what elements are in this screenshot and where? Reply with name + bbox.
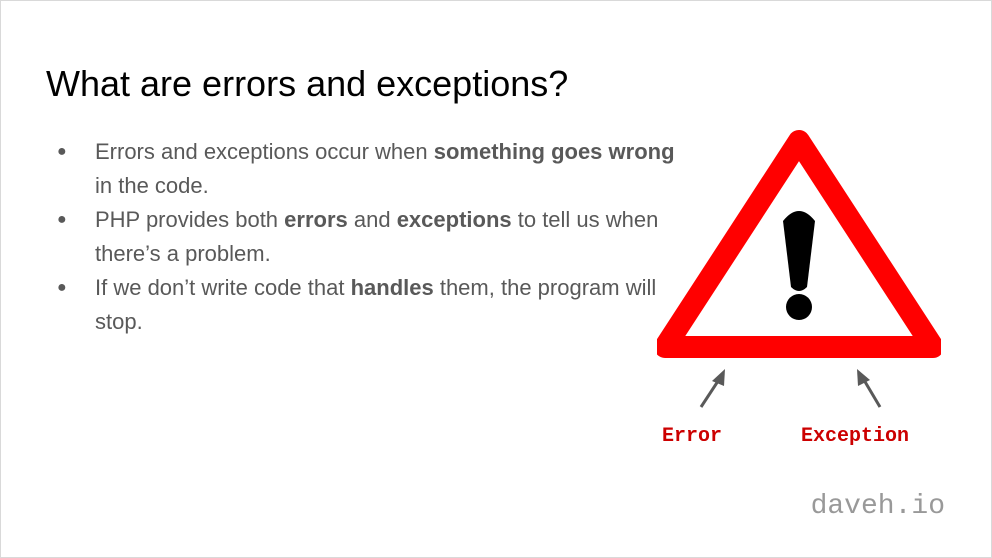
bullet-item: ● If we don’t write code that handles th… xyxy=(57,271,685,339)
brand-watermark: daveh.io xyxy=(810,491,945,522)
bullet-bold-text: errors xyxy=(284,207,348,232)
bullet-marker: ● xyxy=(57,279,67,296)
bullet-bold-text: handles xyxy=(350,275,434,300)
bullet-text: and xyxy=(347,207,397,232)
bullet-bold-text: something goes wrong xyxy=(433,139,675,164)
bullet-text: Errors and exceptions occur when xyxy=(95,139,434,164)
error-label: Error xyxy=(662,425,723,448)
slide: What are errors and exceptions? ● Errors… xyxy=(0,0,992,558)
bullet-item: ● PHP provides both errors and exception… xyxy=(57,203,685,271)
slide-title: What are errors and exceptions? xyxy=(46,63,569,104)
bullet-list: ● Errors and exceptions occur when somet… xyxy=(57,135,685,339)
bullet-text: If we don’t write code that xyxy=(95,275,351,300)
exception-label: Exception xyxy=(801,425,910,448)
warning-triangle-icon xyxy=(657,130,941,358)
bullet-text: PHP provides both xyxy=(95,207,285,232)
bullet-marker: ● xyxy=(57,143,67,160)
bullet-item: ● Errors and exceptions occur when somet… xyxy=(57,135,685,203)
exclamation-mark-dot xyxy=(786,294,812,320)
bullet-text: in the code. xyxy=(95,173,209,198)
bullet-bold-text: exceptions xyxy=(396,207,512,232)
arrow-up-right-icon xyxy=(699,369,725,408)
arrow-up-left-icon xyxy=(857,369,882,408)
bullet-marker: ● xyxy=(57,211,67,228)
